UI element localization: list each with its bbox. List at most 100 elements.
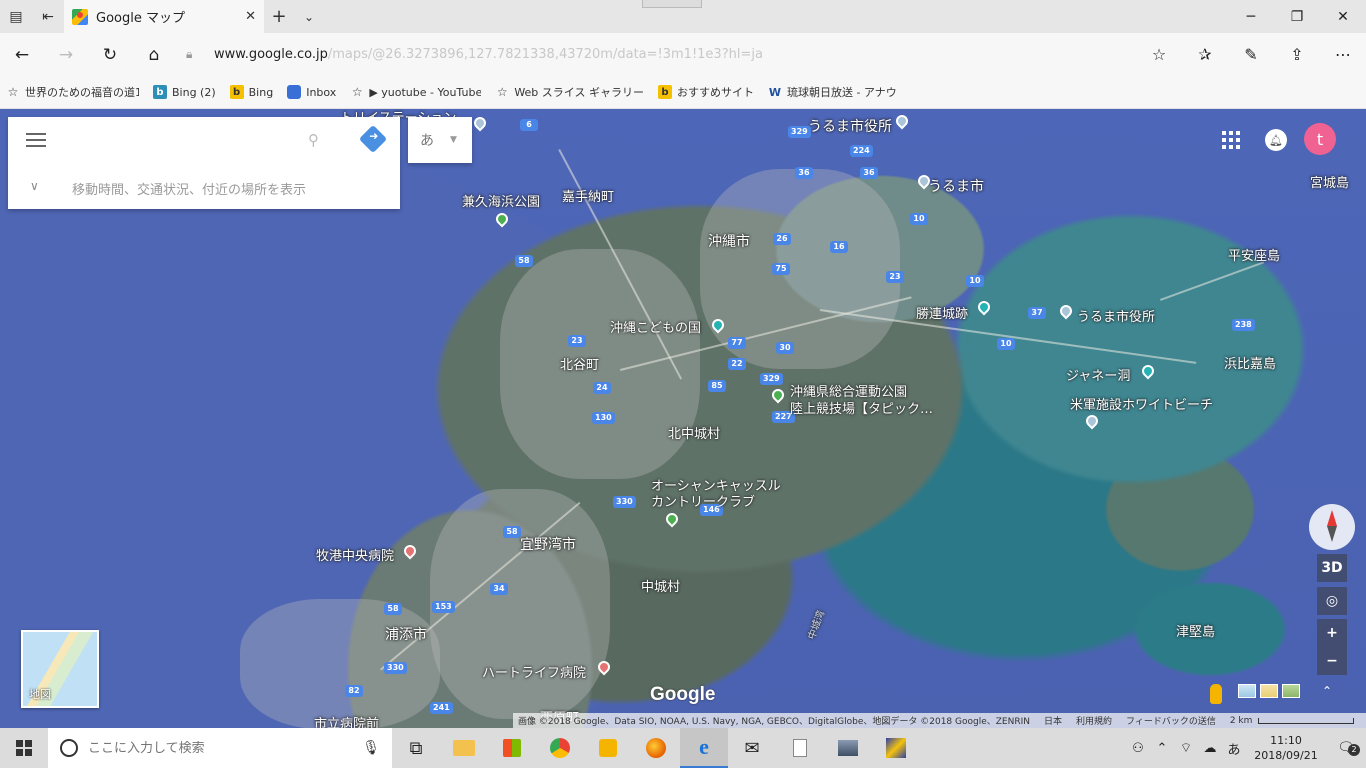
- mail-icon[interactable]: ✉: [728, 728, 776, 768]
- urban-area: [500, 249, 700, 479]
- imagery-thumbnail[interactable]: [1238, 684, 1256, 698]
- zoom-out-button[interactable]: −: [1317, 647, 1347, 675]
- tab-preview-chevron-icon[interactable]: ⌄: [294, 0, 324, 33]
- task-view-icon[interactable]: ⧉: [392, 728, 440, 768]
- microphone-icon[interactable]: 🎙︎: [362, 740, 380, 756]
- favorite-star-icon[interactable]: ☆: [1136, 33, 1182, 76]
- pegman-icon[interactable]: [1210, 684, 1222, 704]
- share-icon[interactable]: ⇪: [1274, 33, 1320, 76]
- compass-icon[interactable]: [1309, 504, 1355, 550]
- clock-time: 11:10: [1270, 734, 1302, 747]
- favorite-item[interactable]: b Bing: [229, 85, 273, 99]
- 3d-button[interactable]: 3D: [1317, 554, 1347, 582]
- zoom-in-button[interactable]: +: [1317, 619, 1347, 647]
- map-attribution-bar: 画像 ©2018 Google、Data SIO, NOAA, U.S. Nav…: [513, 713, 1366, 728]
- back-button[interactable]: ←: [0, 33, 44, 76]
- close-window-button[interactable]: ✕: [1320, 0, 1366, 33]
- action-center-icon[interactable]: 🗨︎ 2: [1326, 740, 1366, 756]
- map-label: 宮城島: [1310, 176, 1350, 191]
- route-shield: 82: [345, 685, 363, 697]
- chrome-icon[interactable]: [536, 728, 584, 768]
- terms-link[interactable]: 利用規約: [1076, 714, 1112, 727]
- map-pin-icon[interactable]: [663, 510, 681, 528]
- feedback-link[interactable]: フィードバックの送信: [1126, 714, 1216, 727]
- search-input[interactable]: [64, 127, 294, 155]
- firefox-icon[interactable]: [632, 728, 680, 768]
- favorite-item[interactable]: b おすすめサイト: [657, 84, 754, 100]
- imagery-thumbnails[interactable]: [1238, 684, 1300, 698]
- taskbar-search-box[interactable]: 🎙︎: [48, 728, 392, 768]
- more-options-icon[interactable]: ⋯: [1320, 33, 1366, 76]
- edge-icon[interactable]: e: [680, 728, 728, 768]
- web-note-pen-icon[interactable]: ✎: [1228, 33, 1274, 76]
- app-icon[interactable]: [872, 728, 920, 768]
- map-pin-icon[interactable]: [1083, 412, 1101, 430]
- explore-hint[interactable]: 移動時間、交通状況、付近の場所を表示: [72, 179, 306, 198]
- imagery-thumbnail[interactable]: [1260, 684, 1278, 698]
- refresh-button[interactable]: ↻: [88, 33, 132, 76]
- map-pin-icon[interactable]: [471, 114, 489, 132]
- media-player-icon[interactable]: [584, 728, 632, 768]
- favorite-item[interactable]: ☆ Web スライス ギャラリー: [495, 84, 644, 100]
- people-icon[interactable]: ⚇: [1126, 741, 1150, 756]
- map-pin-icon[interactable]: [893, 112, 911, 130]
- file-explorer-icon[interactable]: [440, 728, 488, 768]
- home-button[interactable]: ⌂: [132, 33, 176, 76]
- country-link[interactable]: 日本: [1044, 714, 1062, 727]
- taskbar-search-input[interactable]: [88, 740, 353, 756]
- map-pin-icon[interactable]: [975, 298, 993, 316]
- favorite-item[interactable]: Inbox: [287, 85, 336, 99]
- favorite-item[interactable]: ☆ ▶ yuotube - YouTube: [350, 85, 481, 99]
- onedrive-cloud-icon[interactable]: ☁: [1198, 741, 1222, 756]
- scale-bar[interactable]: 2 km: [1230, 716, 1355, 726]
- map-type-toggle[interactable]: 地図: [21, 630, 99, 708]
- favorite-item[interactable]: ☆ 世界のための福音の道1: [6, 84, 139, 100]
- input-tools-button[interactable]: あ ▼: [408, 117, 472, 163]
- clock[interactable]: 11:10 2018/09/21: [1246, 733, 1326, 763]
- chevron-up-icon[interactable]: ⌃: [1322, 684, 1332, 698]
- imagery-thumbnail[interactable]: [1282, 684, 1300, 698]
- new-tab-button[interactable]: +: [264, 0, 294, 33]
- directions-icon[interactable]: [358, 124, 388, 154]
- map-pin-icon[interactable]: [769, 386, 787, 404]
- search-icon[interactable]: ⚲: [308, 131, 319, 149]
- map-pin-icon[interactable]: [401, 542, 419, 560]
- document-icon[interactable]: [776, 728, 824, 768]
- map-label: 津堅島: [1176, 625, 1216, 640]
- address-bar: ← → ↻ ⌂ 🔒︎ www.google.co.jp /maps/@26.32…: [0, 33, 1366, 76]
- tab-google-maps[interactable]: Google マップ ✕: [64, 0, 264, 33]
- map-pin-icon[interactable]: [493, 210, 511, 228]
- tab-list-icon[interactable]: ▤: [0, 0, 32, 33]
- avatar[interactable]: t: [1304, 123, 1336, 155]
- favorite-item[interactable]: b Bing (2): [153, 85, 216, 99]
- set-aside-tabs-icon[interactable]: ⇤: [32, 0, 64, 33]
- photo-viewer-icon[interactable]: [824, 728, 872, 768]
- my-location-icon[interactable]: ◎: [1317, 587, 1347, 615]
- map-label: 勝連城跡: [916, 307, 969, 322]
- map-label: 陸上競技場【タピック…: [790, 402, 934, 417]
- notifications-bell-icon[interactable]: 🔔︎: [1265, 129, 1287, 151]
- wifi-icon[interactable]: ⌔: [1174, 740, 1198, 756]
- route-shield: 23: [886, 271, 904, 283]
- map-pin-icon[interactable]: [1139, 362, 1157, 380]
- favorite-item[interactable]: W 琉球朝日放送 - アナウ: [768, 84, 897, 100]
- minimize-button[interactable]: ─: [1228, 0, 1274, 33]
- map-label: うるま市: [928, 179, 984, 195]
- close-tab-icon[interactable]: ✕: [245, 9, 256, 24]
- chevron-down-icon[interactable]: ∨: [30, 179, 39, 193]
- start-button[interactable]: [0, 728, 48, 768]
- store-icon[interactable]: [488, 728, 536, 768]
- favorite-label: Web スライス ギャラリー: [514, 86, 644, 99]
- map-pin-icon[interactable]: [1057, 302, 1075, 320]
- map-label: うるま市役所: [808, 119, 892, 135]
- chevron-up-icon[interactable]: ⌃: [1150, 741, 1174, 756]
- hamburger-menu-icon[interactable]: [26, 133, 46, 149]
- ime-indicator[interactable]: あ: [1222, 739, 1246, 758]
- favorites-hub-icon[interactable]: ✰: [1182, 33, 1228, 76]
- title-bar-drag-area[interactable]: [324, 0, 1228, 33]
- forward-button[interactable]: →: [44, 33, 88, 76]
- map-label: 沖縄市: [708, 234, 750, 250]
- google-apps-icon[interactable]: [1222, 131, 1240, 149]
- url-field[interactable]: 🔒︎ www.google.co.jp /maps/@26.3273896,12…: [186, 39, 1126, 71]
- restore-button[interactable]: ❐: [1274, 0, 1320, 33]
